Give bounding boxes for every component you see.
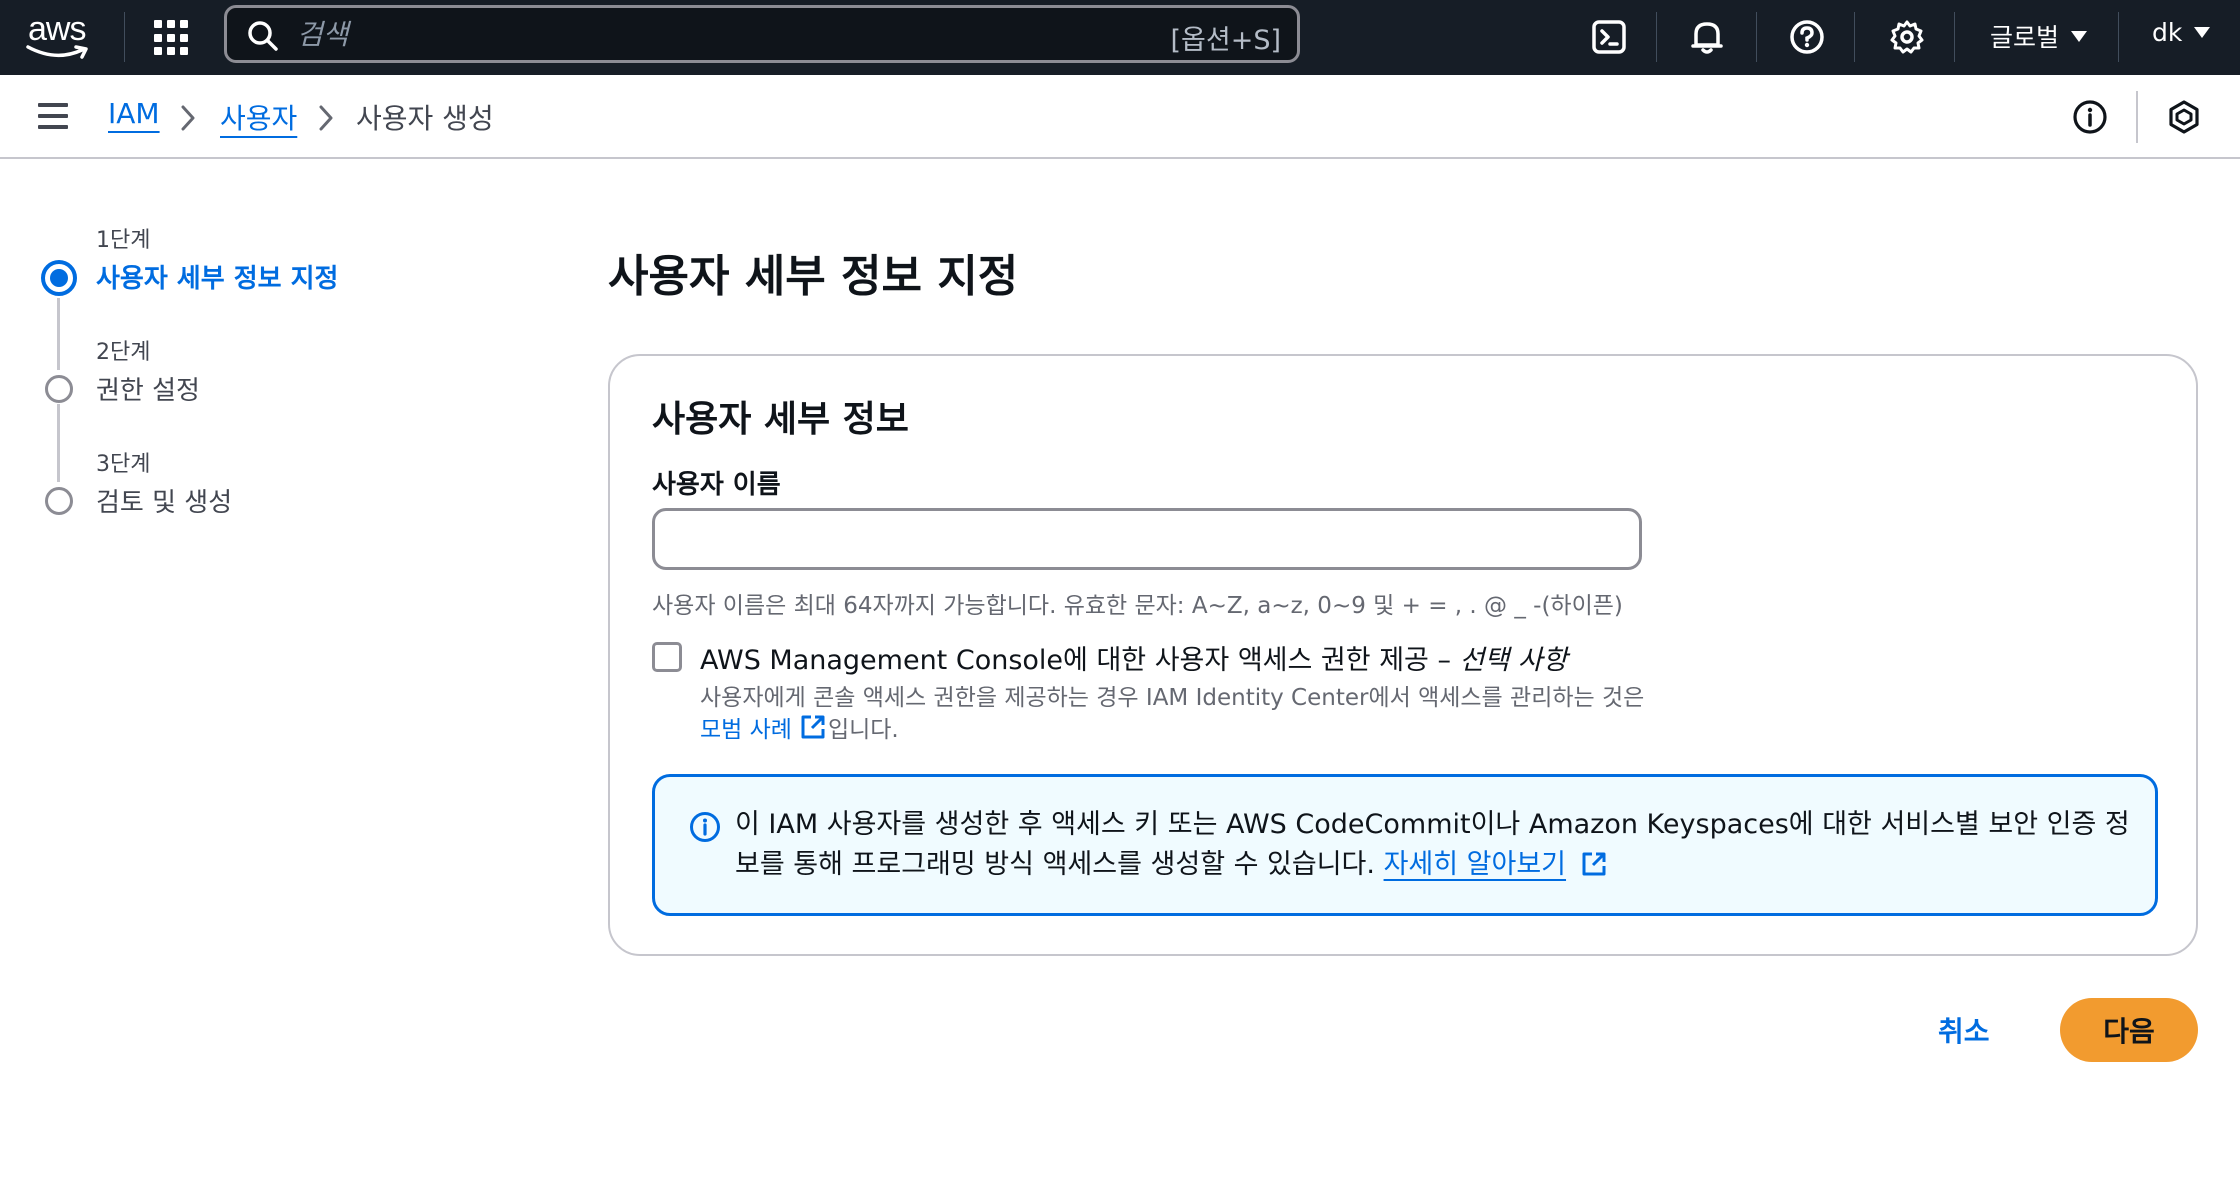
nav-divider (124, 12, 125, 62)
chevron-right-icon (181, 105, 195, 131)
step-connector (57, 298, 60, 370)
learn-more-link[interactable]: 자세히 알아보기 (1384, 849, 1566, 880)
region-label: 글로벌 (1990, 23, 2060, 52)
breadcrumb-current: 사용자 생성 (356, 102, 494, 135)
caret-down-icon (2071, 30, 2088, 42)
page-title: 사용자 세부 정보 지정 (608, 251, 1019, 302)
help-icon (1790, 20, 1824, 54)
step-connector (57, 404, 60, 482)
console-access-label[interactable]: AWS Management Console에 대한 사용자 액세스 권한 제공… (700, 638, 1568, 677)
console-access-label-text: AWS Management Console에 대한 사용자 액세스 권한 제공… (700, 645, 1460, 676)
info-icon[interactable] (2072, 99, 2108, 135)
notifications-button[interactable] (1684, 14, 1730, 60)
nav-divider (1954, 12, 1955, 62)
info-alert-text: 이 IAM 사용자를 생성한 후 액세스 키 또는 AWS CodeCommit… (735, 805, 2135, 885)
caret-down-icon (2194, 27, 2211, 38)
top-navigation: aws [옵션+S] (0, 0, 2240, 75)
terminal-icon (1592, 20, 1626, 54)
nav-divider (1656, 12, 1657, 62)
settings-button[interactable] (1884, 14, 1930, 60)
account-label: dk (2152, 18, 2183, 47)
nav-divider (1854, 12, 1855, 62)
subbar-divider (2136, 91, 2138, 143)
services-grid-icon[interactable] (154, 20, 190, 56)
step-3-title: 검토 및 생성 (96, 488, 233, 518)
step-2-title: 권한 설정 (96, 376, 200, 406)
chevron-right-icon (319, 105, 333, 131)
username-hint: 사용자 이름은 최대 64자까지 가능합니다. 유효한 문자: A~Z, a~z… (652, 593, 1623, 619)
step-2-indicator (45, 375, 73, 403)
aws-logo[interactable]: aws (24, 10, 94, 60)
security-hexagon-icon[interactable] (2166, 99, 2202, 135)
best-practice-link[interactable]: 모범 사례 (700, 710, 792, 744)
step-1-indicator (41, 260, 77, 296)
bell-icon (1691, 22, 1723, 54)
breadcrumb-users[interactable]: 사용자 (220, 97, 297, 137)
region-selector[interactable]: 글로벌 (1990, 18, 2088, 54)
step-1-label: 1단계 (96, 228, 151, 253)
username-label: 사용자 이름 (652, 470, 781, 500)
step-3-label: 3단계 (96, 452, 151, 477)
breadcrumb-iam[interactable]: IAM (108, 97, 160, 130)
username-input[interactable] (652, 508, 1642, 570)
search-icon (248, 21, 278, 51)
global-search[interactable]: [옵션+S] (224, 5, 1300, 63)
external-link-icon[interactable] (800, 714, 826, 740)
best-practice-suffix: 입니다. (827, 717, 899, 743)
cloudshell-button[interactable] (1586, 14, 1632, 60)
breadcrumb-bar: IAM 사용자 사용자 생성 (0, 75, 2240, 159)
account-menu[interactable]: dk (2152, 18, 2211, 47)
aws-smile-icon (26, 45, 88, 59)
optional-text: 선택 사항 (1459, 645, 1568, 676)
card-title: 사용자 세부 정보 (652, 399, 909, 440)
console-access-description: 사용자에게 콘솔 액세스 권한을 제공하는 경우 IAM Identity Ce… (700, 685, 1645, 711)
gear-icon (1890, 20, 1924, 54)
next-button[interactable]: 다음 (2060, 998, 2198, 1062)
nav-divider (2118, 12, 2119, 62)
step-1-title[interactable]: 사용자 세부 정보 지정 (96, 258, 338, 295)
external-link-icon[interactable] (1581, 851, 1607, 877)
step-2-label: 2단계 (96, 340, 151, 365)
cancel-button[interactable]: 취소 (1938, 1010, 1990, 1050)
menu-toggle-icon[interactable] (38, 103, 68, 129)
console-access-description-cont: 모범 사례 입니다. (700, 710, 899, 744)
info-circle-icon (690, 812, 720, 842)
search-shortcut-hint: [옵션+S] (1170, 25, 1281, 56)
search-input[interactable] (297, 16, 1077, 52)
info-alert: 이 IAM 사용자를 생성한 후 액세스 키 또는 AWS CodeCommit… (652, 774, 2158, 916)
user-details-card: 사용자 세부 정보 사용자 이름 사용자 이름은 최대 64자까지 가능합니다.… (608, 354, 2198, 956)
help-button[interactable] (1784, 14, 1830, 60)
nav-divider (1756, 12, 1757, 62)
console-access-checkbox[interactable] (652, 642, 682, 672)
step-3-indicator (45, 487, 73, 515)
